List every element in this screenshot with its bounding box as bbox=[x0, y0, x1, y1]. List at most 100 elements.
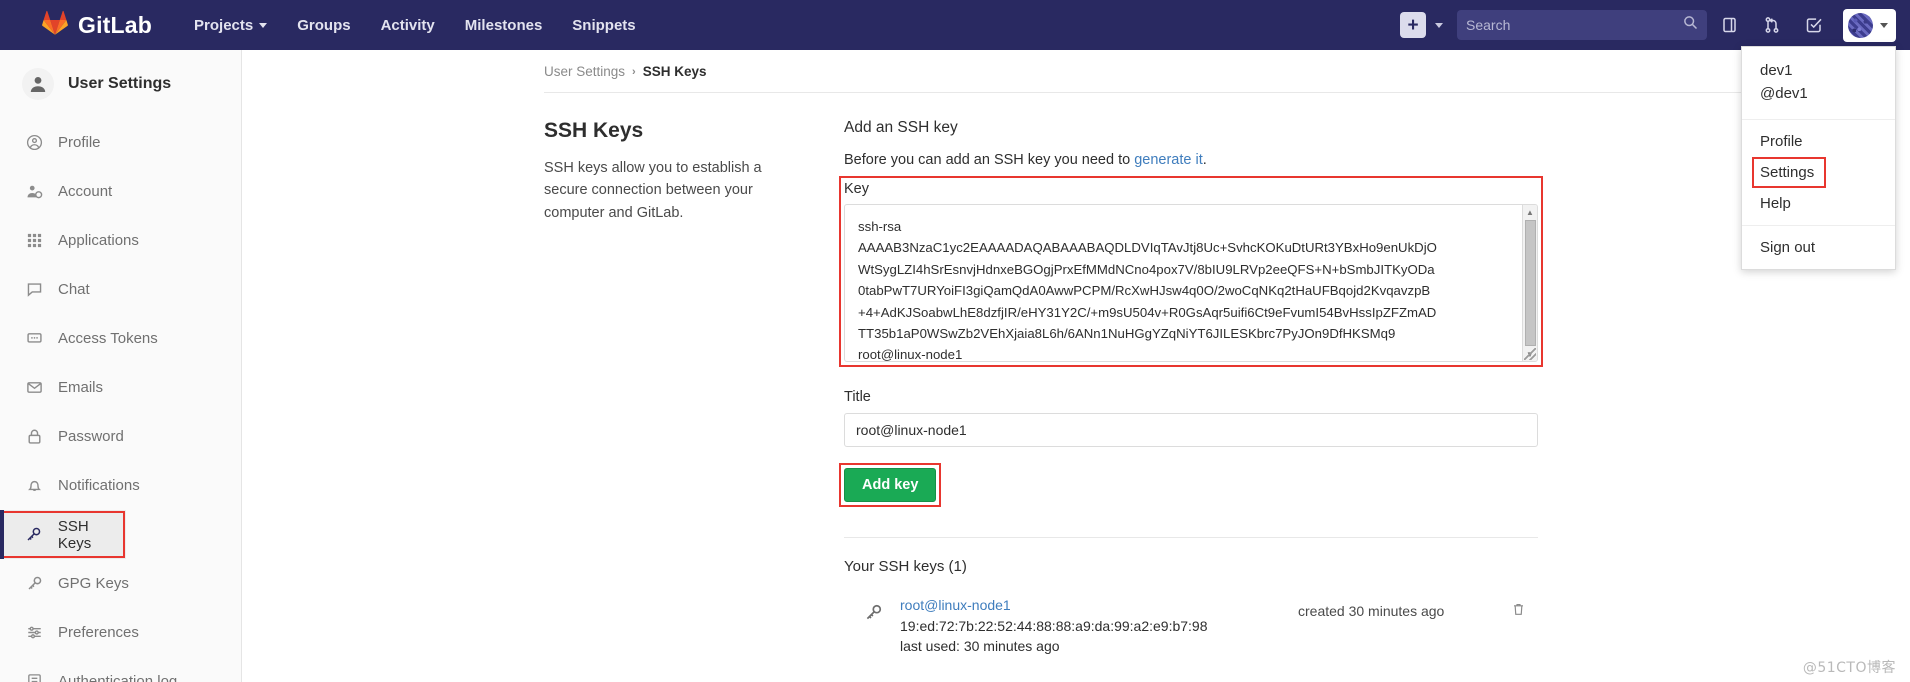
sidebar-item-notifications[interactable]: Notifications bbox=[0, 461, 241, 510]
dropdown-item-sign-out[interactable]: Sign out bbox=[1742, 232, 1895, 263]
sidebar-item-label-emails: Emails bbox=[58, 379, 104, 396]
ssh-keys-description-column: SSH Keys SSH keys allow you to establish… bbox=[544, 119, 844, 654]
keys-list-divider bbox=[844, 537, 1538, 538]
scrollbar-thumb[interactable] bbox=[1524, 220, 1536, 346]
search-placeholder: Search bbox=[1466, 17, 1511, 33]
key-textarea-value: ssh-rsa AAAAB3NzaC1yc2EAAAADAQABAAABAQDL… bbox=[858, 219, 1437, 362]
ssh-key-fingerprint: 19:ed:72:7b:22:52:44:88:88:a9:da:99:a2:e… bbox=[900, 618, 1208, 634]
sidebar-item-ssh-keys[interactable]: SSH Keys bbox=[0, 510, 126, 559]
todos-icon[interactable] bbox=[1795, 6, 1833, 44]
new-item-button[interactable]: + bbox=[1400, 12, 1426, 38]
key-textarea[interactable]: ssh-rsa AAAAB3NzaC1yc2EAAAADAQABAAABAQDL… bbox=[844, 204, 1538, 362]
sidebar-item-label-ssh-keys: SSH Keys bbox=[57, 517, 92, 552]
textarea-resize-handle[interactable] bbox=[1524, 348, 1536, 360]
sidebar-item-password[interactable]: Password bbox=[0, 412, 241, 461]
authentication-log-icon bbox=[24, 673, 44, 682]
sidebar-title: User Settings bbox=[68, 75, 172, 92]
sidebar-item-emails[interactable]: Emails bbox=[0, 363, 241, 412]
sidebar-item-label-account: Account bbox=[58, 183, 113, 200]
add-key-button-wrapper: Add key bbox=[838, 463, 942, 507]
breadcrumb-separator-icon: › bbox=[632, 65, 636, 78]
dropdown-links-section: Profile Settings Help bbox=[1742, 120, 1895, 226]
user-menu-chevron-down-icon bbox=[1880, 22, 1888, 28]
sidebar-item-applications[interactable]: Applications bbox=[0, 216, 241, 265]
ssh-key-created-at: created 30 minutes ago bbox=[1298, 603, 1445, 619]
nav-link-projects[interactable]: Projects bbox=[194, 16, 268, 34]
applications-icon bbox=[24, 232, 44, 249]
user-settings-avatar-icon bbox=[22, 68, 54, 100]
key-field-group: Key ssh-rsa AAAAB3NzaC1yc2EAAAADAQABAAAB… bbox=[839, 176, 1543, 367]
issues-icon[interactable] bbox=[1711, 6, 1749, 44]
ssh-key-name-link[interactable]: root@linux-node1 bbox=[900, 597, 1011, 613]
primary-nav: Projects Groups Activity Milestones Snip… bbox=[194, 17, 636, 34]
generate-it-link[interactable]: generate it bbox=[1134, 152, 1203, 168]
add-ssh-key-subtitle: Before you can add an SSH key you need t… bbox=[844, 152, 1538, 168]
emails-icon bbox=[24, 379, 44, 396]
sidebar-header: User Settings bbox=[0, 50, 241, 118]
sidebar-item-label-notifications: Notifications bbox=[58, 477, 140, 494]
trash-icon[interactable] bbox=[1498, 597, 1538, 617]
dropdown-item-profile[interactable]: Profile bbox=[1742, 126, 1895, 157]
breadcrumb-parent[interactable]: User Settings bbox=[544, 64, 625, 79]
nav-link-activity[interactable]: Activity bbox=[381, 17, 435, 34]
nav-link-snippets[interactable]: Snippets bbox=[572, 17, 635, 34]
chat-icon bbox=[24, 281, 44, 298]
dropdown-signout-section: Sign out bbox=[1742, 226, 1895, 269]
search-input[interactable]: Search bbox=[1457, 10, 1707, 40]
profile-icon bbox=[24, 134, 44, 151]
sidebar-item-label-preferences: Preferences bbox=[58, 624, 139, 641]
ssh-key-item-info: root@linux-node1 19:ed:72:7b:22:52:44:88… bbox=[900, 597, 1298, 654]
user-menu-button[interactable] bbox=[1843, 8, 1896, 42]
page-description: SSH keys allow you to establish a secure… bbox=[544, 160, 762, 221]
ssh-keys-icon bbox=[24, 526, 44, 543]
main-content: User Settings › SSH Keys SSH Keys SSH ke… bbox=[242, 50, 1910, 682]
nav-link-groups[interactable]: Groups bbox=[297, 17, 350, 34]
key-field-label: Key bbox=[844, 181, 869, 197]
nav-link-milestones[interactable]: Milestones bbox=[465, 17, 543, 34]
new-item-chevron-down-icon[interactable] bbox=[1435, 22, 1443, 28]
nav-projects-label: Projects bbox=[194, 16, 254, 34]
sidebar-item-account[interactable]: Account bbox=[0, 167, 241, 216]
ssh-key-item-icon bbox=[864, 597, 900, 627]
breadcrumb-current: SSH Keys bbox=[642, 64, 707, 79]
gitlab-brand-text: GitLab bbox=[78, 11, 153, 38]
subtitle-suffix: . bbox=[1202, 152, 1207, 168]
search-icon bbox=[1683, 15, 1698, 35]
sidebar-item-label-chat: Chat bbox=[58, 281, 90, 298]
access-tokens-icon bbox=[24, 330, 44, 347]
sidebar-item-chat[interactable]: Chat bbox=[0, 265, 241, 314]
sidebar-item-label-profile: Profile bbox=[58, 134, 101, 151]
ssh-key-last-used: last used: 30 minutes ago bbox=[900, 638, 1060, 654]
navbar-right-area: + Search bbox=[1400, 6, 1896, 44]
merge-requests-icon[interactable] bbox=[1753, 6, 1791, 44]
top-navbar: GitLab Projects Groups Activity Mileston… bbox=[0, 0, 1910, 50]
add-key-button[interactable]: Add key bbox=[844, 468, 937, 502]
sidebar-item-authentication-log[interactable]: Authentication log bbox=[0, 657, 241, 682]
dropdown-item-help[interactable]: Help bbox=[1742, 188, 1895, 219]
key-textarea-scrollbar[interactable]: ▲ ▼ bbox=[1522, 205, 1537, 361]
scroll-up-icon[interactable]: ▲ bbox=[1526, 205, 1534, 219]
chevron-down-icon bbox=[259, 22, 268, 28]
sidebar-item-profile[interactable]: Profile bbox=[0, 118, 241, 167]
sidebar-item-label-applications: Applications bbox=[58, 232, 139, 249]
sidebar-item-access-tokens[interactable]: Access Tokens bbox=[0, 314, 241, 363]
sidebar-item-label-gpg-keys: GPG Keys bbox=[58, 575, 129, 592]
sidebar-item-preferences[interactable]: Preferences bbox=[0, 608, 241, 657]
sidebar-item-gpg-keys[interactable]: GPG Keys bbox=[0, 559, 241, 608]
notifications-icon bbox=[24, 477, 44, 494]
ssh-key-list-item: root@linux-node1 19:ed:72:7b:22:52:44:88… bbox=[844, 597, 1538, 654]
preferences-icon bbox=[24, 624, 44, 641]
sidebar-item-label-access-tokens: Access Tokens bbox=[58, 330, 158, 347]
sidebar-item-label-password: Password bbox=[58, 428, 124, 445]
password-icon bbox=[24, 428, 44, 445]
gitlab-brand[interactable]: GitLab bbox=[42, 10, 152, 40]
dropdown-item-settings[interactable]: Settings bbox=[1752, 157, 1826, 188]
user-dropdown-menu: dev1 @dev1 Profile Settings Help Sign ou… bbox=[1741, 46, 1896, 270]
subtitle-prefix: Before you can add an SSH key you need t… bbox=[844, 152, 1135, 168]
your-ssh-keys-heading: Your SSH keys (1) bbox=[844, 558, 967, 575]
gitlab-logo-icon bbox=[42, 10, 68, 40]
title-input[interactable] bbox=[844, 413, 1538, 447]
watermark: @51CTO博客 bbox=[1802, 660, 1896, 676]
avatar bbox=[1848, 12, 1873, 38]
add-ssh-key-form-column: Add an SSH key Before you can add an SSH… bbox=[838, 119, 1543, 654]
